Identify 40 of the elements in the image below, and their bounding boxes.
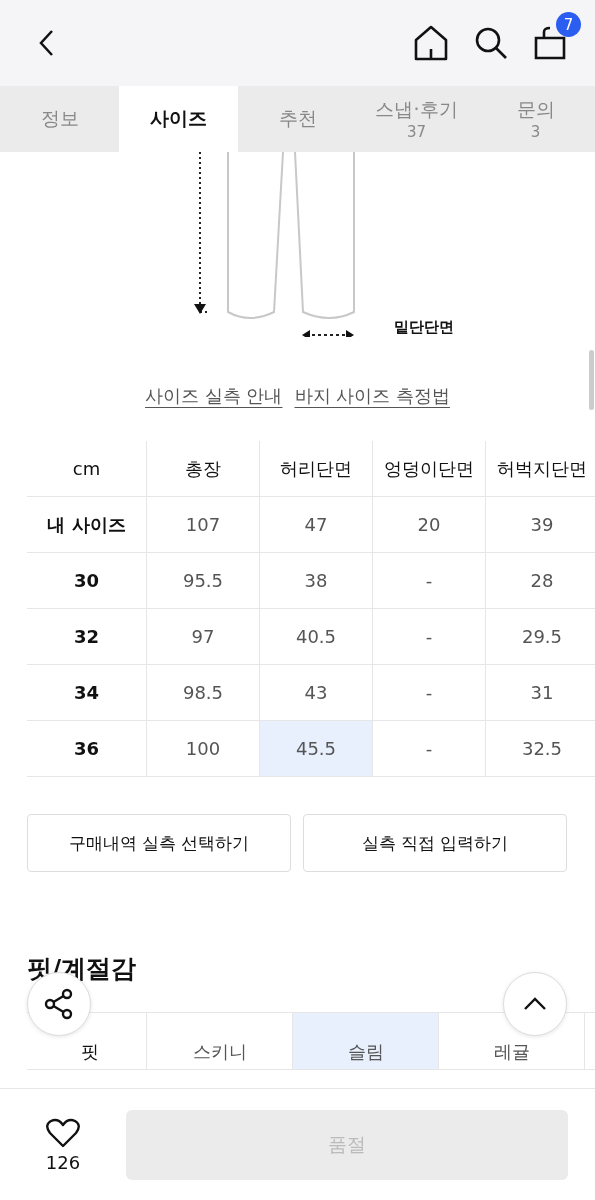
- table-cell: 36: [27, 720, 147, 777]
- table-cell: 100: [146, 720, 260, 777]
- fit-option: 슬림: [293, 1013, 439, 1069]
- table-cell: 107: [146, 496, 260, 553]
- column-header: 엉덩이단면: [372, 441, 486, 497]
- table-cell: 98.5: [146, 664, 260, 721]
- hem-label: 밑단단면: [394, 318, 454, 337]
- action-button[interactable]: 구매내역 실측 선택하기: [27, 814, 291, 872]
- home-icon[interactable]: [413, 25, 449, 61]
- table-cell: 47: [259, 496, 373, 553]
- table-cell: 34: [27, 664, 147, 721]
- table-cell: -: [372, 720, 486, 777]
- tab[interactable]: 사이즈: [119, 86, 238, 152]
- table-cell: 20: [372, 496, 486, 553]
- link[interactable]: 바지 사이즈 측정법: [294, 384, 450, 414]
- table-cell: 97: [146, 608, 260, 665]
- column-header: 허리단면: [259, 441, 373, 497]
- search-icon[interactable]: [473, 25, 509, 61]
- heart-icon[interactable]: [46, 1117, 80, 1148]
- table-cell: 45.5: [259, 720, 373, 777]
- column-header: cm: [27, 441, 147, 497]
- table-cell: 30: [27, 552, 147, 609]
- table-cell: 95.5: [146, 552, 260, 609]
- shopping-bag-icon[interactable]: [533, 26, 567, 60]
- table-cell: 40.5: [259, 608, 373, 665]
- table-cell: 내 사이즈: [27, 496, 147, 553]
- cart-count-badge: 7: [556, 12, 581, 37]
- table-cell: 38: [259, 552, 373, 609]
- table-cell: -: [372, 608, 486, 665]
- link[interactable]: 사이즈 실측 안내: [145, 384, 283, 414]
- chevron-up-icon: [523, 997, 547, 1011]
- share-icon: [43, 988, 75, 1020]
- table-cell: -: [372, 664, 486, 721]
- table-cell: -: [372, 552, 486, 609]
- like-count: 126: [45, 1151, 81, 1173]
- back-icon[interactable]: [38, 29, 54, 57]
- table-cell: 32: [27, 608, 147, 665]
- column-header: 총장: [146, 441, 260, 497]
- table-cell: 43: [259, 664, 373, 721]
- action-button[interactable]: 실측 직접 입력하기: [303, 814, 567, 872]
